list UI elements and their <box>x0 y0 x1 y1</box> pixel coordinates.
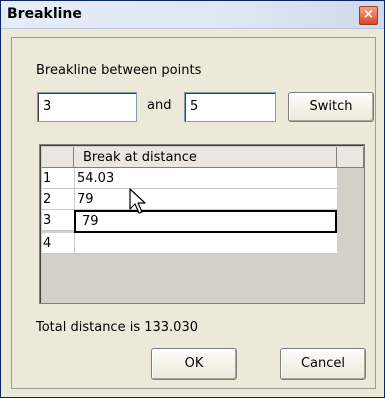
close-button[interactable]: × <box>359 6 378 25</box>
dialog-body: Breakline between points 3 and 5 Switch … <box>11 37 376 389</box>
breakline-prompt-label: Breakline between points <box>36 63 202 78</box>
column-header-blank <box>337 147 364 168</box>
row-number: 4 <box>42 233 74 254</box>
breakline-dialog: Breakline × Breakline between points 3 a… <box>0 0 385 398</box>
row-number: 2 <box>42 189 74 210</box>
total-distance-label: Total distance is 133.030 <box>36 320 198 335</box>
and-label: and <box>147 98 172 113</box>
point-b-input[interactable]: 5 <box>184 92 276 122</box>
row-number: 1 <box>42 168 74 189</box>
distance-cell-editing[interactable]: 79 <box>74 210 337 233</box>
row-number: 3 <box>42 210 74 231</box>
distance-cell[interactable]: 54.03 <box>74 168 337 189</box>
ok-button[interactable]: OK <box>151 348 237 380</box>
distance-cell[interactable] <box>74 233 337 254</box>
switch-button[interactable]: Switch <box>288 92 374 122</box>
cancel-button[interactable]: Cancel <box>280 348 366 380</box>
break-distance-grid: Break at distance 1 54.03 2 79 3 79 4 <box>39 144 365 304</box>
row-header-corner <box>42 147 74 168</box>
close-icon: × <box>363 7 374 22</box>
mouse-pointer-icon <box>129 188 146 214</box>
title-bar[interactable]: Breakline × <box>1 1 384 29</box>
distance-cell[interactable]: 79 <box>74 189 337 210</box>
point-a-input[interactable]: 3 <box>37 92 137 122</box>
dialog-title: Breakline <box>7 6 82 22</box>
column-header-break-at-distance[interactable]: Break at distance <box>74 147 337 168</box>
